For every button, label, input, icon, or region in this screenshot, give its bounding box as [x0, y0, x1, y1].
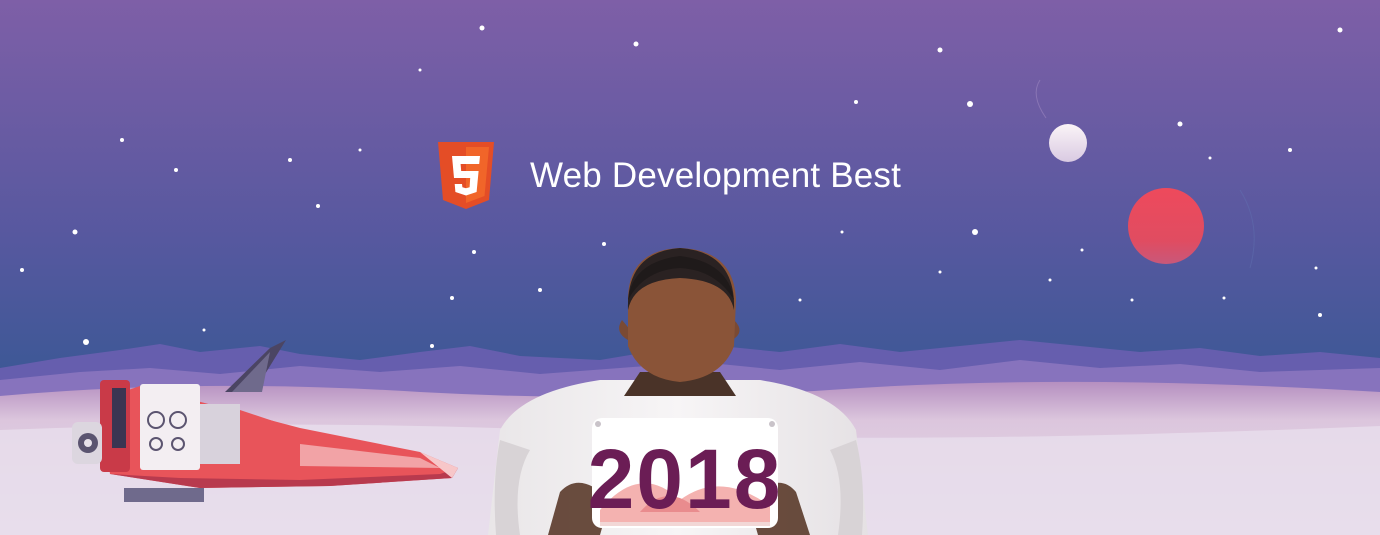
banner-title-row: Web Development Best — [438, 142, 901, 209]
banner-title: Web Development Best — [530, 155, 902, 195]
space-scene-illustration: 2018 — [0, 0, 1380, 535]
hero-banner: 2018 Web Development Best — [0, 0, 1380, 535]
red-planet — [1128, 188, 1204, 264]
html5-logo-icon — [438, 142, 494, 209]
white-planet — [1049, 124, 1087, 162]
bib-number: 2018 — [588, 432, 783, 526]
